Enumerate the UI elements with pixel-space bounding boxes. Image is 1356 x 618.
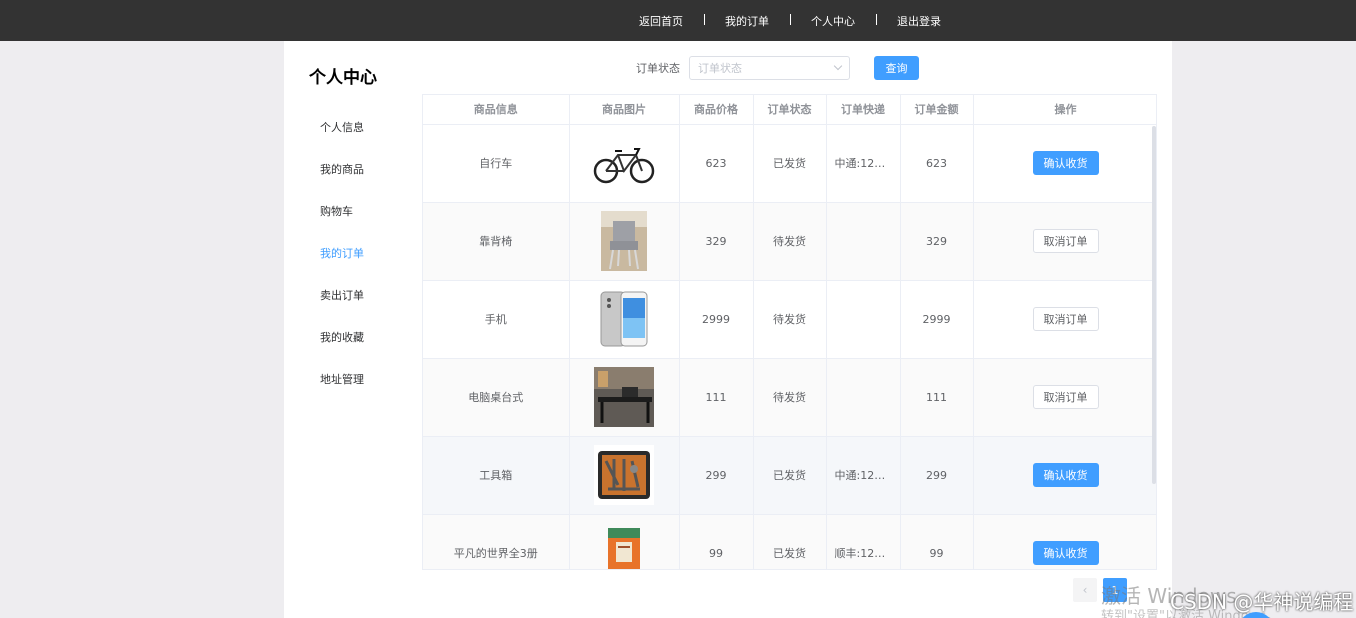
sidebar-item-addresses[interactable]: 地址管理 [320,370,364,412]
header-order-status: 订单状态 [753,95,827,125]
cell-amount: 623 [900,124,974,203]
cell-status: 待发货 [753,280,827,359]
header-order-amount: 订单金额 [900,95,974,125]
chair-image [601,211,647,271]
header-actions: 操作 [973,95,1156,125]
sidebar-item-cart[interactable]: 购物车 [320,202,364,244]
cell-action: 确认收货 [973,436,1156,515]
table-row: 工具箱 299 已发货 中通:123... 299 确认收货 [423,436,1156,515]
desk-image [594,367,654,427]
toolbox-image [594,445,654,505]
csdn-credit: CSDN @华神说编程 [1170,590,1354,614]
cell-name: 手机 [423,280,570,359]
cell-name: 靠背椅 [423,202,570,281]
nav-my-orders[interactable]: 我的订单 [704,13,790,29]
cell-express: 中通:123... [826,124,901,203]
phone-image [600,291,648,347]
sidebar-menu: 个人信息 我的商品 购物车 我的订单 卖出订单 我的收藏 地址管理 [320,118,364,412]
cell-name: 电脑桌台式 [423,358,570,437]
cell-price: 329 [679,202,754,281]
cancel-order-button[interactable]: 取消订单 [1032,385,1099,409]
cell-price: 2999 [679,280,754,359]
query-button[interactable]: 查询 [874,56,919,80]
confirm-receipt-button[interactable]: 确认收货 [1032,151,1099,175]
cancel-order-button[interactable]: 取消订单 [1032,229,1099,253]
cell-amount: 2999 [900,280,974,359]
cell-express [826,202,901,281]
bicycle-image [593,148,655,184]
nav-home[interactable]: 返回首页 [618,13,704,29]
table-row: 平凡的世界全3册 99 已发货 顺丰:123... 99 确认收货 [423,514,1156,569]
cell-name: 平凡的世界全3册 [423,514,570,569]
cell-express: 顺丰:123... [826,514,901,569]
cell-status: 待发货 [753,202,827,281]
cell-express: 中通:123... [826,436,901,515]
table-row: 自行车 623 已发货 中通:123... 623 确认收货 [423,124,1156,203]
cell-name: 工具箱 [423,436,570,515]
cell-amount: 111 [900,358,974,437]
order-filter: 订单状态 订单状态 查询 [636,56,919,80]
confirm-receipt-button[interactable]: 确认收货 [1032,463,1099,487]
confirm-receipt-button[interactable]: 确认收货 [1032,541,1099,565]
top-navbar: 返回首页 我的订单 个人中心 退出登录 [0,0,1356,41]
nav-user-center[interactable]: 个人中心 [790,13,876,29]
order-status-placeholder: 订单状态 [698,62,742,75]
header-product-info: 商品信息 [423,95,570,125]
sidebar-item-my-orders[interactable]: 我的订单 [320,244,364,286]
header-product-image: 商品图片 [569,95,680,125]
cell-image [569,280,680,359]
order-status-select[interactable]: 订单状态 [689,56,850,80]
cell-image [569,124,680,203]
header-order-express: 订单快递 [826,95,901,125]
cell-status: 待发货 [753,358,827,437]
book-image [608,528,640,569]
cell-price: 99 [679,514,754,569]
order-status-label: 订单状态 [636,62,680,75]
cell-image [569,358,680,437]
top-nav: 返回首页 我的订单 个人中心 退出登录 [618,0,962,41]
cell-action: 确认收货 [973,514,1156,569]
nav-logout[interactable]: 退出登录 [876,13,962,29]
cell-amount: 99 [900,514,974,569]
table-header-row: 商品信息 商品图片 商品价格 订单状态 订单快递 订单金额 操作 [423,95,1156,125]
cell-status: 已发货 [753,514,827,569]
table-row: 手机 2999 待发货 2999 取消订单 [423,280,1156,359]
cell-express [826,280,901,359]
sidebar-item-profile[interactable]: 个人信息 [320,118,364,160]
cell-action: 取消订单 [973,280,1156,359]
cell-action: 确认收货 [973,124,1156,203]
sidebar-item-sold-orders[interactable]: 卖出订单 [320,286,364,328]
cell-image [569,514,680,569]
cell-image [569,202,680,281]
cell-action: 取消订单 [973,202,1156,281]
sidebar-title: 个人中心 [309,68,377,88]
orders-table: 商品信息 商品图片 商品价格 订单状态 订单快递 订单金额 操作 自行车 623… [422,94,1157,570]
table-scrollbar[interactable] [1152,126,1156,484]
sidebar-item-favorites[interactable]: 我的收藏 [320,328,364,370]
cell-price: 111 [679,358,754,437]
cell-price: 623 [679,124,754,203]
cell-status: 已发货 [753,124,827,203]
cell-image [569,436,680,515]
cell-amount: 329 [900,202,974,281]
prev-page-button[interactable]: ‹ [1073,578,1097,602]
table-row: 电脑桌台式 111 待发货 111 取消订单 [423,358,1156,437]
cancel-order-button[interactable]: 取消订单 [1032,307,1099,331]
cell-name: 自行车 [423,124,570,203]
table-row: 靠背椅 329 待发货 329 取消订单 [423,202,1156,281]
sidebar-item-my-products[interactable]: 我的商品 [320,160,364,202]
cell-status: 已发货 [753,436,827,515]
header-product-price: 商品价格 [679,95,754,125]
chevron-down-icon [833,61,843,71]
cell-price: 299 [679,436,754,515]
cell-express [826,358,901,437]
cell-amount: 299 [900,436,974,515]
cell-action: 取消订单 [973,358,1156,437]
